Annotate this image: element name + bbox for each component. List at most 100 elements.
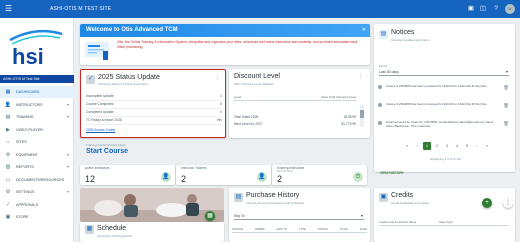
status-row-value: 1	[220, 94, 222, 98]
menu-icon[interactable]: ☰	[5, 5, 13, 13]
chevron-down-icon: ▾	[66, 164, 69, 169]
chat-icon[interactable]: ▣	[467, 5, 475, 13]
page-button[interactable]: 5	[463, 142, 471, 150]
purchase-column-header[interactable]: SHIP TO	[276, 228, 287, 231]
schedule-subtitle: Upcoming Training Events	[97, 234, 133, 238]
discount-header: Level Save Total Instructor Fees	[234, 95, 356, 101]
page-button[interactable]: 4	[453, 142, 461, 150]
status-row-value: 0	[220, 110, 222, 114]
stat-card: Active Instructors 12 👤	[80, 165, 175, 185]
notice-text: Invoice # 2394806 has been processed for…	[386, 84, 487, 88]
sidebar-item-label: SETTINGS	[16, 190, 35, 194]
help-icon[interactable]: ?	[492, 5, 500, 13]
purchase-column-header[interactable]: ORDER	[255, 228, 265, 231]
credits-column-header[interactable]: Credit Code & Contract Name	[379, 220, 439, 224]
first-page-icon[interactable]: «	[403, 142, 411, 150]
credits-table-header: Credit Code & Contract Name Class Type	[379, 220, 509, 226]
top-bar: ☰ ASHI-OTIS M TEST SITE ▣ ◫ ? U	[0, 0, 520, 18]
chevron-down-icon: ▾	[66, 151, 69, 157]
expiring-stat-icon: ⏱	[353, 172, 363, 182]
delete-icon[interactable]: 🗑	[503, 121, 509, 127]
welcome-message: Otis, the Online Training & Information …	[117, 40, 358, 49]
credits-column-header[interactable]: Class Type	[439, 220, 453, 224]
sidebar-item-label: INSTRUCTORS	[16, 102, 43, 107]
next-page-icon[interactable]: ›	[473, 142, 481, 150]
sidebar-item-settings[interactable]: ⚙ SETTINGS ▾	[0, 186, 74, 198]
sidebar-item-sites[interactable]: ⌂ SITES	[0, 136, 74, 148]
avatar[interactable]: U	[505, 4, 515, 14]
discount-row-value: $1,779.99	[341, 122, 356, 126]
notice-item[interactable]: Invoice # 2394806 has been processed for…	[378, 84, 511, 99]
status-row: Course Completed 0	[86, 102, 222, 109]
notice-item[interactable]: Email occurred for Class ID: 23279051. E…	[378, 120, 511, 135]
sidebar-item-store[interactable]: ▣ STORE	[0, 211, 74, 223]
status-update-card: ✓ 2025 Status Update Instructor Status f…	[80, 69, 226, 138]
access-codes-link[interactable]: 2025 Access Codes	[86, 128, 115, 132]
equipment-icon: ⚙	[5, 151, 11, 158]
view-history-link[interactable]: VIEW HISTORY	[380, 171, 404, 175]
reports-icon: ▥	[5, 164, 11, 170]
sidebar-item-equipment[interactable]: ⚙ EQUIPMENT ▾	[0, 149, 74, 161]
stat-value: 2	[277, 174, 283, 184]
purchase-icon: ▤	[234, 193, 243, 202]
period-select[interactable]: Last 30 days ▾	[379, 68, 509, 76]
stat-value: 2	[181, 174, 187, 184]
period-value: Last 30 days	[379, 70, 399, 74]
scrollbar[interactable]	[360, 105, 364, 127]
stat-card: Instructor Trainers 2 👤	[176, 165, 271, 185]
calendar-icon: ▦	[85, 225, 94, 234]
cart-icon[interactable]: ◫	[479, 5, 487, 13]
chevron-down-icon: ▾	[66, 189, 69, 194]
start-course-button[interactable]: Start Course	[86, 148, 128, 155]
cpr-training-photo	[80, 188, 224, 222]
add-credit-button[interactable]: +	[482, 198, 492, 208]
last-page-icon[interactable]: »	[483, 142, 491, 150]
page-button[interactable]: 3	[443, 142, 451, 150]
sidebar-item-label: DASHBOARD	[16, 90, 40, 94]
purchase-column-header[interactable]: TOTAL	[340, 228, 348, 231]
discount-row-label: Next Level for 2027	[234, 122, 263, 126]
status-row-label: Completed Update	[86, 110, 114, 114]
page-button[interactable]: 2	[433, 142, 441, 150]
more-options-icon[interactable]: ⋮	[215, 75, 220, 81]
sidebar-item-video-player[interactable]: ▶ VIDEO PLAYER	[0, 124, 74, 136]
more-options-icon[interactable]: ⋮	[358, 74, 363, 80]
sidebar-item-dashboard[interactable]: ▦ DASHBOARD	[0, 86, 74, 98]
site-label[interactable]: ASHI-OTIS M Test Site	[0, 75, 74, 83]
purchase-column-header[interactable]: TYPE	[299, 228, 306, 231]
documents-icon: ▭	[5, 176, 11, 183]
page-button[interactable]: 1	[423, 142, 431, 150]
filter-icon[interactable]: ⋮	[503, 198, 513, 208]
chevron-down-icon: ▾	[360, 213, 363, 218]
sidebar-item-instructors[interactable]: 👤 INSTRUCTORS ▾	[0, 99, 74, 111]
status-row: TC Ready to teach 2026 Yes	[86, 118, 222, 125]
instructors-icon: 👤	[4, 101, 12, 108]
sidebar-item-label: STORE	[16, 215, 29, 219]
chevron-down-icon: ▾	[66, 101, 69, 107]
sidebar-item-reports[interactable]: ▥ REPORTS ▾	[0, 161, 74, 173]
status-subtitle: Instructor Status for Active Instructors	[98, 82, 148, 86]
sidebar-item-approvals[interactable]: ✓ APPROVALS	[0, 199, 74, 211]
purchase-column-header[interactable]: DATE	[360, 228, 367, 231]
status-row: Incomplete Update 1	[86, 94, 222, 101]
status-icon: ✓	[86, 75, 95, 84]
video-icon: ▶	[6, 126, 10, 133]
discount-row-label: Total Sales 2026	[234, 115, 259, 119]
close-icon[interactable]: ✕	[362, 27, 366, 33]
delete-icon[interactable]: 🗑	[503, 85, 509, 91]
purchase-column-header[interactable]: STATUS	[318, 228, 328, 231]
level-value: Save Total Instructor Fees	[321, 95, 356, 99]
ship-to-select[interactable]: Ship To ▾	[234, 212, 364, 220]
dashboard-icon: ▦	[5, 89, 11, 95]
prev-page-icon[interactable]: ‹	[413, 142, 421, 150]
sidebar-item-documents-resources[interactable]: ▭ DOCUMENTS/RESOURCES	[0, 174, 74, 186]
sidebar-item-training[interactable]: ▤ TRAINING ▾	[0, 111, 74, 123]
delete-icon[interactable]: 🗑	[503, 103, 509, 109]
purchase-column-header[interactable]: INVOICE	[232, 228, 243, 231]
add-event-button[interactable]: ▦	[205, 211, 215, 221]
notice-item[interactable]: Invoice # 2394808 has been processed for…	[378, 102, 511, 117]
notice-bullet-icon	[378, 121, 382, 125]
purchase-subtitle: View My Recent Purchases (Last 6 Months)	[246, 201, 305, 205]
credits-title: Credits	[391, 192, 414, 199]
status-row-value: Yes	[216, 118, 222, 122]
